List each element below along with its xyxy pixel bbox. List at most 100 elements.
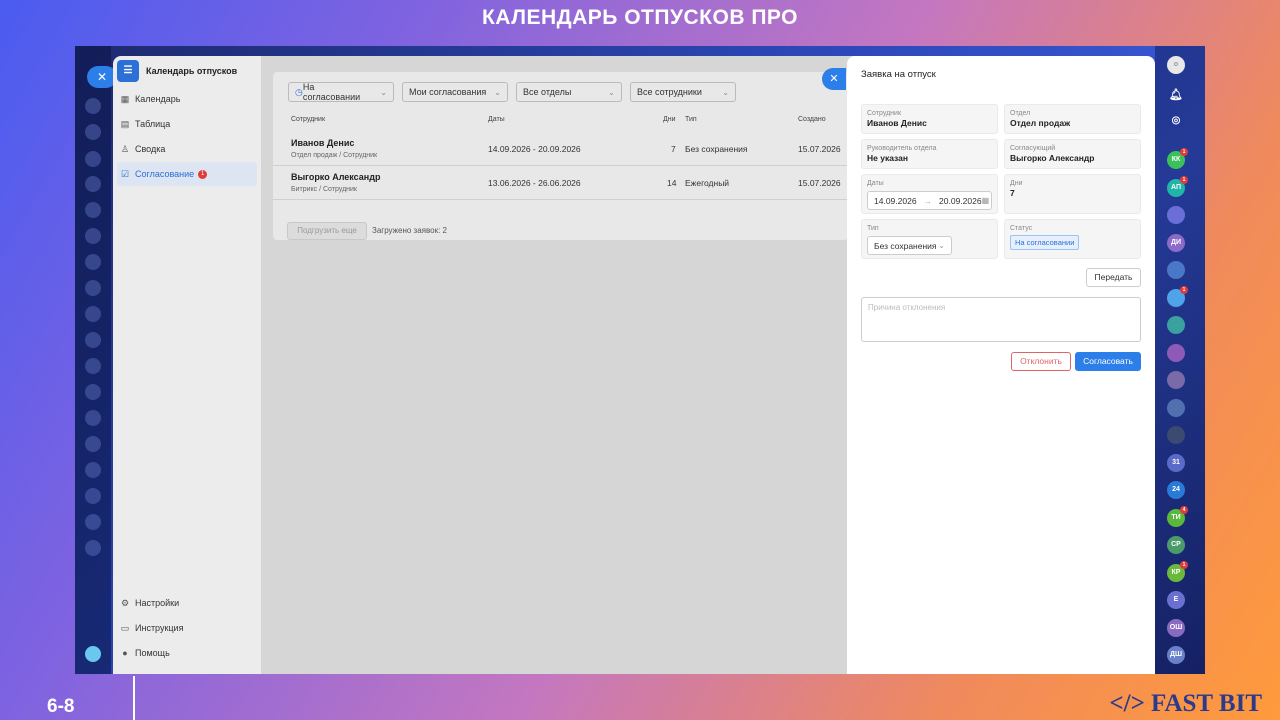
bell-icon[interactable]: 🔔︎ <box>1167 86 1185 104</box>
search-icon[interactable]: ◎ <box>1167 112 1185 130</box>
nav-approval[interactable]: ☑ Согласование 1 <box>117 162 257 186</box>
field-value: Отдел продаж <box>1010 118 1071 128</box>
department-filter[interactable]: Все отделы ⌄ <box>516 82 622 102</box>
reject-button[interactable]: Отклонить <box>1011 352 1071 371</box>
users-icon[interactable] <box>85 176 101 192</box>
manager-field: Руководитель отдела Не указан <box>861 139 998 169</box>
nav-help[interactable]: ● Помощь <box>117 641 257 665</box>
sidebar-bottom: ⚙ Настройки ▭ Инструкция ● Помощь <box>113 590 261 666</box>
app-title: Календарь отпусков <box>146 66 238 76</box>
status-filter[interactable]: ◷ На согласовании ⌄ <box>288 82 394 102</box>
table-row[interactable]: Иванов Денис Отдел продаж / Сотрудник 14… <box>273 132 848 166</box>
row-days: 7 <box>671 144 676 154</box>
gear-icon: ⚙ <box>120 597 130 608</box>
rail-item[interactable] <box>85 151 101 167</box>
filters: ◷ На согласовании ⌄ Мои согласования ⌄ В… <box>273 72 848 102</box>
arrow-right-icon: → <box>923 195 933 206</box>
chat-avatar[interactable] <box>1167 398 1185 417</box>
calendar-icon: ▦ <box>120 93 130 104</box>
field-label: Статус <box>1010 225 1033 232</box>
approve-button[interactable]: Согласовать <box>1075 352 1141 371</box>
field-label: Руководитель отдела <box>867 145 937 152</box>
field-label: Тип <box>867 225 879 232</box>
external-icon[interactable] <box>85 124 101 140</box>
avatar[interactable]: ☺ <box>1167 56 1185 74</box>
rail-item[interactable] <box>85 306 101 322</box>
rail-item[interactable] <box>85 540 101 556</box>
rail-item[interactable] <box>85 384 101 400</box>
filter-label: Все отделы <box>523 87 572 97</box>
link-icon[interactable] <box>85 98 101 114</box>
forward-button[interactable]: Передать <box>1086 268 1141 287</box>
chat-avatar[interactable]: СР <box>1167 536 1185 554</box>
chat-avatar[interactable]: КК 1 <box>1167 148 1188 169</box>
nav-label: Сводка <box>135 144 166 154</box>
nav-label: Таблица <box>135 119 171 129</box>
slide-title: КАЛЕНДАРЬ ОТПУСКОВ ПРО <box>481 6 798 29</box>
status-field: Статус На согласовании <box>1004 219 1141 259</box>
chat-avatar[interactable] <box>1167 426 1185 444</box>
field-label: Отдел <box>1010 110 1031 117</box>
date-range-picker[interactable]: 14.09.2026 → 20.09.2026 ▦ <box>867 191 992 210</box>
rail-item[interactable] <box>85 436 101 452</box>
chat-avatar[interactable]: ОШ <box>1167 618 1185 637</box>
clock-icon: ◷ <box>295 86 303 97</box>
row-dates: 13.06.2026 - 26.06.2026 <box>488 178 581 188</box>
chat-avatar[interactable]: АП 1 <box>1167 175 1188 197</box>
header-created: Создано <box>798 116 826 123</box>
chat-avatar[interactable] <box>1167 316 1185 334</box>
chat-avatar[interactable]: 24 <box>1167 481 1185 499</box>
book-icon: ▭ <box>120 622 130 633</box>
chevron-down-icon: ⌄ <box>494 87 501 97</box>
rail-item[interactable] <box>85 410 101 426</box>
notification-badge: 1 <box>1180 175 1188 184</box>
star-icon[interactable] <box>85 646 101 662</box>
notification-badge: 1 <box>1180 285 1188 294</box>
employee-filter[interactable]: Все сотрудники ⌄ <box>630 82 736 102</box>
row-sub: Отдел продаж / Сотрудник <box>291 152 378 159</box>
help-icon: ● <box>122 648 128 658</box>
notification-badge: 4 <box>1180 505 1188 514</box>
nav-summary[interactable]: ♙ Сводка <box>117 137 257 161</box>
chat-avatar[interactable]: ДИ <box>1167 233 1185 252</box>
row-type: Ежегодный <box>685 178 730 188</box>
chat-avatar[interactable]: ТИ 4 <box>1167 505 1188 527</box>
nav-settings[interactable]: ⚙ Настройки <box>117 591 257 615</box>
nav-instructions[interactable]: ▭ Инструкция <box>117 616 257 640</box>
chat-avatar[interactable]: 1 <box>1167 285 1188 307</box>
nav-table[interactable]: ▤ Таблица <box>117 112 257 136</box>
table-row[interactable]: Выгорко Александр Битрикс / Сотрудник 13… <box>273 166 848 200</box>
header-dates: Даты <box>488 116 505 123</box>
rejection-reason-input[interactable]: Причина отклонения <box>861 297 1141 342</box>
chat-avatar[interactable]: КР 1 <box>1167 560 1188 582</box>
rail-item[interactable] <box>85 358 101 374</box>
row-days: 14 <box>667 178 677 188</box>
row-created: 15.07.2026 <box>798 144 841 154</box>
rail-item[interactable] <box>85 514 101 530</box>
chat-avatar[interactable] <box>1167 206 1185 224</box>
calendar-logo-icon: ☰ <box>117 60 139 82</box>
chat-avatar[interactable]: ДШ <box>1167 646 1185 664</box>
rail-item[interactable] <box>85 202 101 218</box>
rail-item[interactable] <box>85 332 101 348</box>
chat-avatar[interactable]: Е <box>1167 591 1185 609</box>
main-area: ◷ На согласовании ⌄ Мои согласования ⌄ В… <box>261 56 861 674</box>
load-more-button[interactable]: Подгрузить еще <box>287 222 367 240</box>
type-select[interactable]: Без сохранения ⌄ <box>867 236 952 255</box>
panel-close-icon[interactable]: ✕ <box>822 68 846 90</box>
chat-avatar[interactable] <box>1167 261 1185 279</box>
rail-item[interactable] <box>85 254 101 270</box>
rail-item[interactable] <box>85 228 101 244</box>
rail-item[interactable] <box>85 280 101 296</box>
rail-item[interactable] <box>85 488 101 504</box>
chat-avatar[interactable]: 31 <box>1167 453 1185 472</box>
table-icon: ▤ <box>120 118 130 129</box>
chat-avatar[interactable] <box>1167 343 1185 362</box>
row-type: Без сохранения <box>685 144 748 154</box>
chat-avatar[interactable] <box>1167 371 1185 389</box>
my-approvals-filter[interactable]: Мои согласования ⌄ <box>402 82 508 102</box>
rail-item[interactable] <box>85 462 101 478</box>
requests-card: ◷ На согласовании ⌄ Мои согласования ⌄ В… <box>273 72 848 240</box>
nav-calendar[interactable]: ▦ Календарь <box>117 87 257 111</box>
filter-label: Все сотрудники <box>637 87 702 97</box>
